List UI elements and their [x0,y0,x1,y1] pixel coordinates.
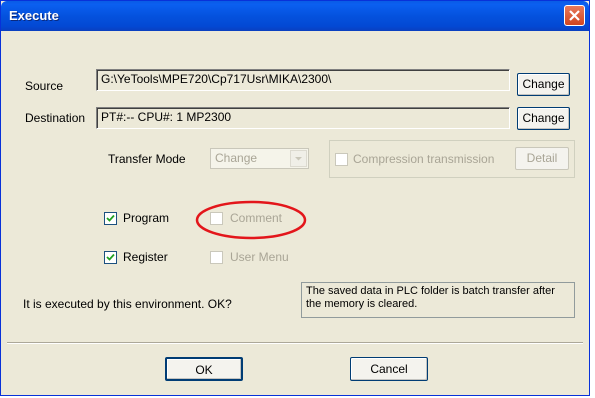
execute-dialog: Execute Source G:\YeTools\MPE720\Cp717Us… [0,0,590,396]
transfer-mode-select[interactable]: Change [210,148,309,169]
compression-checkbox[interactable] [335,153,348,166]
source-change-button[interactable]: Change [517,73,570,96]
source-path-field: G:\YeTools\MPE720\Cp717Usr\MIKA\2300\ [96,69,510,91]
transfer-mode-label: Transfer Mode [108,152,186,166]
user-menu-checkbox[interactable] [210,251,223,264]
source-label: Source [25,79,64,93]
register-checkbox[interactable] [104,251,117,264]
user-menu-label: User Menu [230,250,289,264]
checkmark-icon [106,253,115,261]
destination-label: Destination [25,111,86,125]
destination-change-button[interactable]: Change [517,107,570,130]
checkmark-icon [106,214,115,222]
destination-field: PT#:-- CPU#: 1 MP2300 [96,107,510,129]
ok-button[interactable]: OK [165,357,243,381]
detail-button[interactable]: Detail [515,147,569,170]
dialog-title: Execute [9,8,59,23]
highlight-circle [195,200,307,240]
title-bar[interactable]: Execute [1,1,589,31]
divider [7,342,583,344]
register-label: Register [123,250,168,264]
program-checkbox[interactable] [104,212,117,225]
program-label: Program [123,211,170,225]
compression-label: Compression transmission [353,152,495,166]
cancel-button[interactable]: Cancel [350,357,428,381]
chevron-down-icon [290,150,307,167]
transfer-mode-value: Change [215,151,258,165]
confirm-text: It is executed by this environment. OK? [23,297,232,311]
close-button[interactable] [564,5,585,26]
info-note: The saved data in PLC folder is batch tr… [301,282,575,318]
close-icon [569,10,580,21]
